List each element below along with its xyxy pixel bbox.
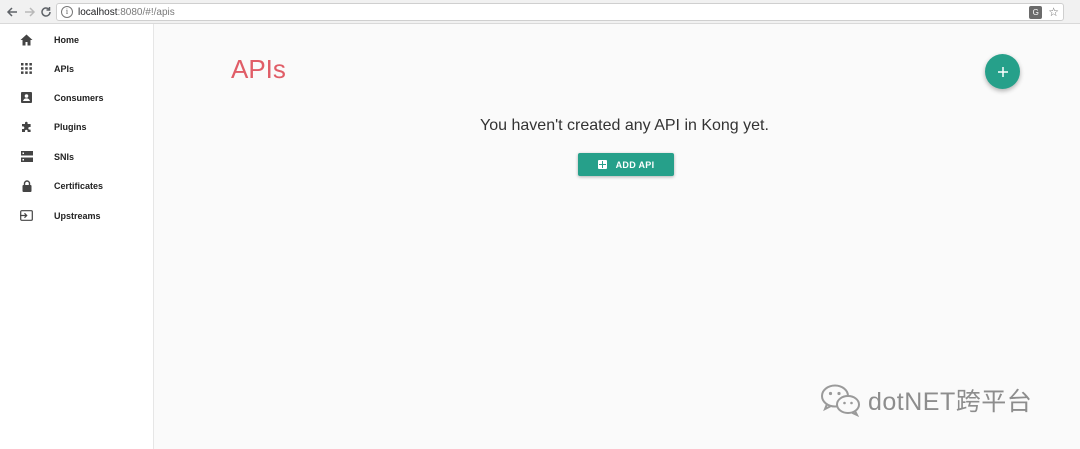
grid-icon: [20, 62, 33, 75]
puzzle-icon: [20, 120, 33, 133]
home-icon: [20, 33, 33, 46]
sidebar-item-label: SNIs: [54, 151, 75, 162]
sidebar: Home APIs Consumers Plugins SNIs Certifi…: [0, 24, 154, 449]
sidebar-item-plugins[interactable]: Plugins: [0, 112, 153, 141]
sidebar-item-upstreams[interactable]: Upstreams: [0, 201, 153, 230]
account-box-icon: [20, 91, 33, 104]
sidebar-item-label: Consumers: [54, 92, 104, 103]
add-api-button[interactable]: ADD API: [578, 153, 674, 176]
wechat-logo-icon: [821, 384, 860, 417]
sidebar-item-label: APIs: [54, 63, 75, 74]
add-api-button-label: ADD API: [615, 159, 655, 170]
watermark: dotNET跨平台: [820, 382, 1032, 418]
address-bar[interactable]: i localhost:8080/#!/apis G ☆: [56, 3, 1064, 21]
sidebar-item-label: Certificates: [54, 180, 104, 191]
add-fab-button[interactable]: [985, 54, 1020, 89]
sidebar-item-consumers[interactable]: Consumers: [0, 83, 153, 112]
watermark-text: dotNET跨平台: [868, 388, 1033, 416]
sidebar-item-snis[interactable]: SNIs: [0, 142, 153, 171]
sidebar-item-certificates[interactable]: Certificates: [0, 171, 153, 200]
url-host: localhost: [78, 6, 118, 18]
url-text: localhost:8080/#!/apis: [78, 7, 175, 18]
page-title: APIs: [231, 54, 286, 84]
url-path: :8080/#!/apis: [117, 6, 175, 18]
translate-icon[interactable]: G: [1029, 5, 1043, 19]
sidebar-item-label: Home: [54, 34, 80, 45]
lock-icon: [20, 179, 33, 192]
sidebar-item-label: Plugins: [54, 121, 87, 132]
input-icon: [20, 209, 33, 222]
info-icon[interactable]: i: [61, 6, 73, 18]
add-box-icon: [597, 160, 607, 169]
sidebar-item-label: Upstreams: [54, 210, 101, 221]
sidebar-item-home[interactable]: Home: [0, 25, 153, 54]
plus-icon: [997, 66, 1008, 77]
sidebar-item-apis[interactable]: APIs: [0, 54, 153, 83]
back-arrow-icon[interactable]: [4, 3, 20, 21]
reload-icon[interactable]: [38, 3, 54, 21]
forward-arrow-icon[interactable]: [22, 3, 38, 21]
empty-state-message: You haven't created any API in Kong yet.: [480, 117, 769, 134]
dns-icon: [20, 150, 33, 163]
browser-toolbar: i localhost:8080/#!/apis G ☆: [0, 0, 1080, 24]
bookmark-star-icon[interactable]: ☆: [1048, 5, 1059, 19]
